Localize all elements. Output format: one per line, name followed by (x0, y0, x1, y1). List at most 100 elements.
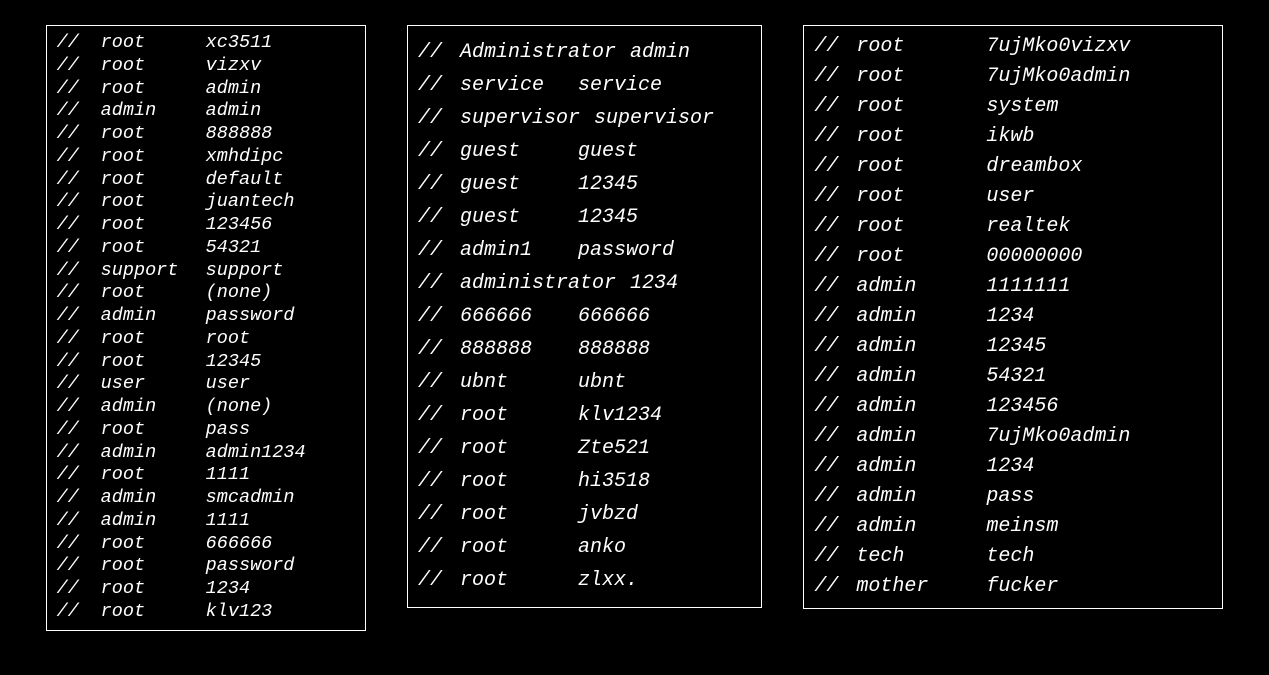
credential-pass: 54321 (986, 362, 1046, 392)
credential-user: admin (101, 442, 206, 465)
credential-row: //rootikwb (814, 122, 1212, 152)
credential-pass: pass (986, 482, 1034, 512)
credential-row: //rootanko (418, 531, 751, 564)
comment-prefix: // (57, 55, 101, 78)
credential-user: root (460, 564, 578, 597)
credential-row: //root888888 (57, 123, 355, 146)
credential-user: root (101, 533, 206, 556)
comment-prefix: // (418, 333, 460, 366)
comment-prefix: // (814, 122, 856, 152)
credential-user: service (460, 69, 578, 102)
credential-row: //root7ujMko0admin (814, 62, 1212, 92)
credential-row: //root1111 (57, 464, 355, 487)
credential-pass: 1234 (986, 452, 1034, 482)
credential-row: //admin7ujMko0admin (814, 422, 1212, 452)
credential-user: admin (856, 452, 986, 482)
comment-prefix: // (57, 555, 101, 578)
credential-pass: 123456 (986, 392, 1058, 422)
comment-prefix: // (418, 498, 460, 531)
credential-pass: tech (986, 542, 1034, 572)
credential-user: guest (460, 201, 578, 234)
credential-row: //rootklv123 (57, 601, 355, 624)
comment-prefix: // (418, 432, 460, 465)
comment-prefix: // (57, 533, 101, 556)
comment-prefix: // (57, 578, 101, 601)
credential-row: //888888888888 (418, 333, 751, 366)
credential-user: admin (101, 487, 206, 510)
credential-row: //adminmeinsm (814, 512, 1212, 542)
credential-user: support (101, 260, 206, 283)
credential-row: //adminadmin (57, 100, 355, 123)
credential-user: root (101, 146, 206, 169)
comment-prefix: // (57, 305, 101, 328)
credential-pass: admin (630, 36, 690, 69)
comment-prefix: // (418, 69, 460, 102)
credential-user: 888888 (460, 333, 578, 366)
credential-pass: ubnt (578, 366, 626, 399)
credential-pass: ikwb (986, 122, 1034, 152)
credential-panel-3: //root7ujMko0vizxv//root7ujMko0admin//ro… (803, 25, 1223, 609)
credential-panel-2: //Administratoradmin//serviceservice//su… (407, 25, 762, 608)
credential-pass: klv1234 (578, 399, 662, 432)
credential-row: //techtech (814, 542, 1212, 572)
credential-user: root (101, 237, 206, 260)
comment-prefix: // (814, 332, 856, 362)
comment-prefix: // (57, 214, 101, 237)
credential-row: //admin123456 (814, 392, 1212, 422)
credential-pass: pass (206, 419, 250, 442)
credential-user: admin (101, 396, 206, 419)
credential-user: admin (856, 362, 986, 392)
credential-row: //supportsupport (57, 260, 355, 283)
comment-prefix: // (57, 396, 101, 419)
credential-row: //admin1234 (814, 302, 1212, 332)
comment-prefix: // (814, 452, 856, 482)
comment-prefix: // (57, 32, 101, 55)
credential-pass: system (986, 92, 1058, 122)
credential-user: guest (460, 135, 578, 168)
comment-prefix: // (814, 32, 856, 62)
credential-row: //rootxc3511 (57, 32, 355, 55)
credential-user: admin1 (460, 234, 578, 267)
comment-prefix: // (57, 442, 101, 465)
credential-row: //rootxmhdipc (57, 146, 355, 169)
credential-user: tech (856, 542, 986, 572)
credential-row: //guest12345 (418, 168, 751, 201)
credential-pass: password (578, 234, 674, 267)
credential-user: root (856, 152, 986, 182)
comment-prefix: // (418, 168, 460, 201)
credential-pass: 12345 (206, 351, 262, 374)
credential-user: 666666 (460, 300, 578, 333)
credential-pass: 123456 (206, 214, 273, 237)
credential-row: //rootpassword (57, 555, 355, 578)
credential-row: //admin1111 (57, 510, 355, 533)
credential-pass: root (206, 328, 250, 351)
credential-row: //root666666 (57, 533, 355, 556)
credential-row: //adminpass (814, 482, 1212, 512)
credential-user: admin (856, 332, 986, 362)
comment-prefix: // (57, 419, 101, 442)
comment-prefix: // (57, 191, 101, 214)
credential-pass: service (578, 69, 662, 102)
credential-pass: hi3518 (578, 465, 650, 498)
credential-row: //guest12345 (418, 201, 751, 234)
credential-pass: 7ujMko0admin (986, 62, 1130, 92)
credential-row: //rootvizxv (57, 55, 355, 78)
credential-user: root (856, 92, 986, 122)
credential-user: root (101, 214, 206, 237)
credential-pass: admin (206, 100, 262, 123)
credential-user: root (460, 399, 578, 432)
credential-row: //rootuser (814, 182, 1212, 212)
credential-user: root (856, 62, 986, 92)
credential-pass: dreambox (986, 152, 1082, 182)
credential-user: root (856, 122, 986, 152)
comment-prefix: // (814, 152, 856, 182)
comment-prefix: // (57, 328, 101, 351)
comment-prefix: // (418, 531, 460, 564)
credential-user: root (101, 419, 206, 442)
credential-user: admin (856, 302, 986, 332)
comment-prefix: // (814, 362, 856, 392)
credential-pass: 1234 (986, 302, 1034, 332)
comment-prefix: // (814, 92, 856, 122)
comment-prefix: // (57, 169, 101, 192)
credential-pass: xc3511 (206, 32, 273, 55)
